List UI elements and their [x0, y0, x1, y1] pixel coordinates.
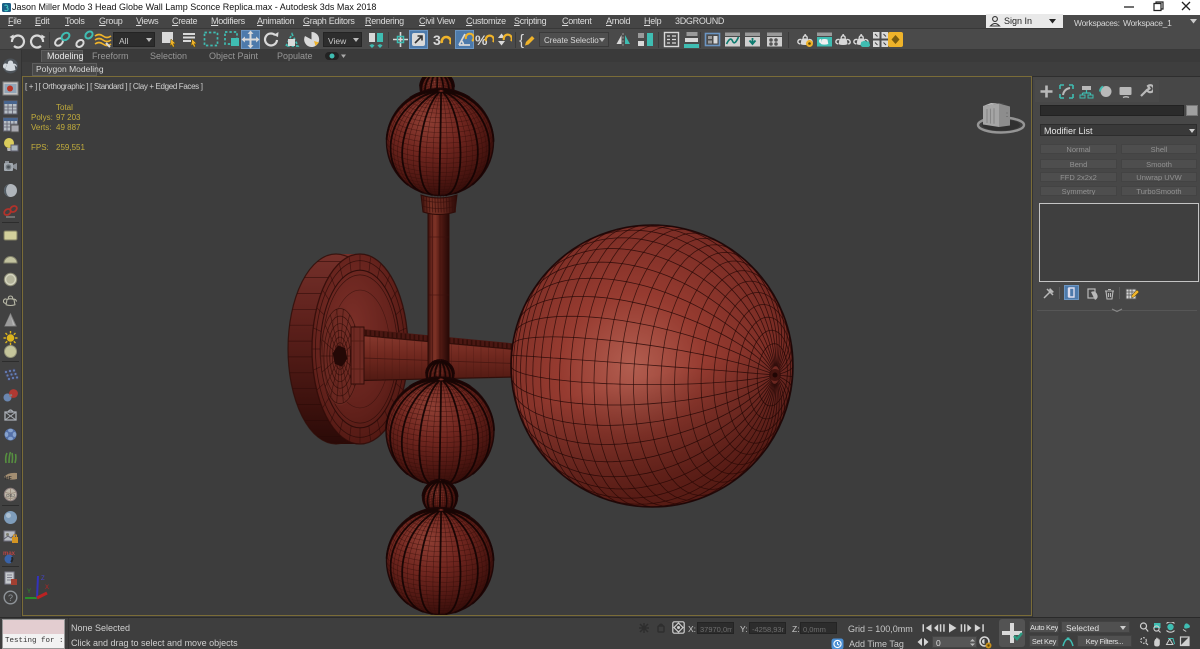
svg-text:{: {: [519, 32, 524, 49]
svg-text:Y: Y: [27, 589, 31, 595]
svg-text:?: ?: [8, 593, 13, 603]
svg-text:3: 3: [433, 32, 441, 48]
svg-text:OBJ: OBJ: [6, 493, 15, 498]
svg-text:Z: Z: [41, 576, 45, 582]
svg-text:HF: HF: [5, 476, 12, 482]
svg-text:X: X: [45, 585, 49, 591]
